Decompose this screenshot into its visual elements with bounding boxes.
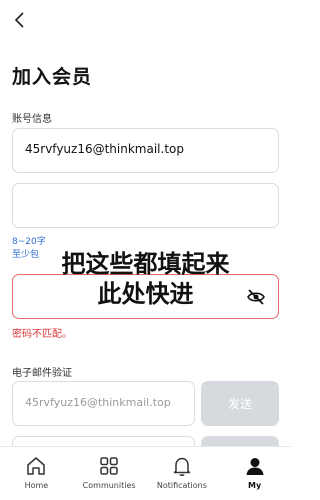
- send-code-button[interactable]: 发送: [201, 381, 279, 426]
- tab-home[interactable]: Home: [0, 447, 73, 500]
- bottom-tab-bar: Home Communities Notifications My: [0, 446, 291, 500]
- bell-icon: [173, 457, 191, 476]
- email-verify-section-label: 电子邮件验证: [12, 368, 72, 379]
- tab-communities-label: Communities: [82, 481, 136, 490]
- tab-my[interactable]: My: [218, 447, 291, 500]
- password-error-text: 密码不匹配。: [12, 329, 72, 340]
- overlay-caption-line1: 把这些都填起来: [61, 250, 230, 278]
- home-icon: [27, 457, 46, 475]
- verify-email-field[interactable]: 45rvfyuz16@thinkmail.top: [12, 381, 195, 426]
- overlay-caption-line2: 此处快进: [97, 280, 194, 308]
- back-button[interactable]: [14, 10, 30, 30]
- tab-communities[interactable]: Communities: [73, 447, 146, 500]
- tab-home-label: Home: [24, 481, 49, 490]
- account-section-label: 账号信息: [12, 114, 52, 125]
- chevron-left-icon: [14, 12, 24, 28]
- email-field[interactable]: 45rvfyuz16@thinkmail.top: [12, 128, 279, 173]
- tab-notifications-label: Notifications: [156, 481, 207, 490]
- password-hint-line1: 8~20字: [12, 237, 46, 247]
- tab-notifications[interactable]: Notifications: [146, 447, 219, 500]
- email-value: 45rvfyuz16@thinkmail.top: [25, 142, 184, 156]
- password-field[interactable]: [12, 183, 279, 228]
- page-title: 加入会员: [12, 66, 93, 88]
- verify-email-value: 45rvfyuz16@thinkmail.top: [25, 396, 171, 409]
- person-icon: [246, 458, 264, 475]
- tab-my-label: My: [248, 481, 262, 490]
- grid-icon: [100, 457, 118, 475]
